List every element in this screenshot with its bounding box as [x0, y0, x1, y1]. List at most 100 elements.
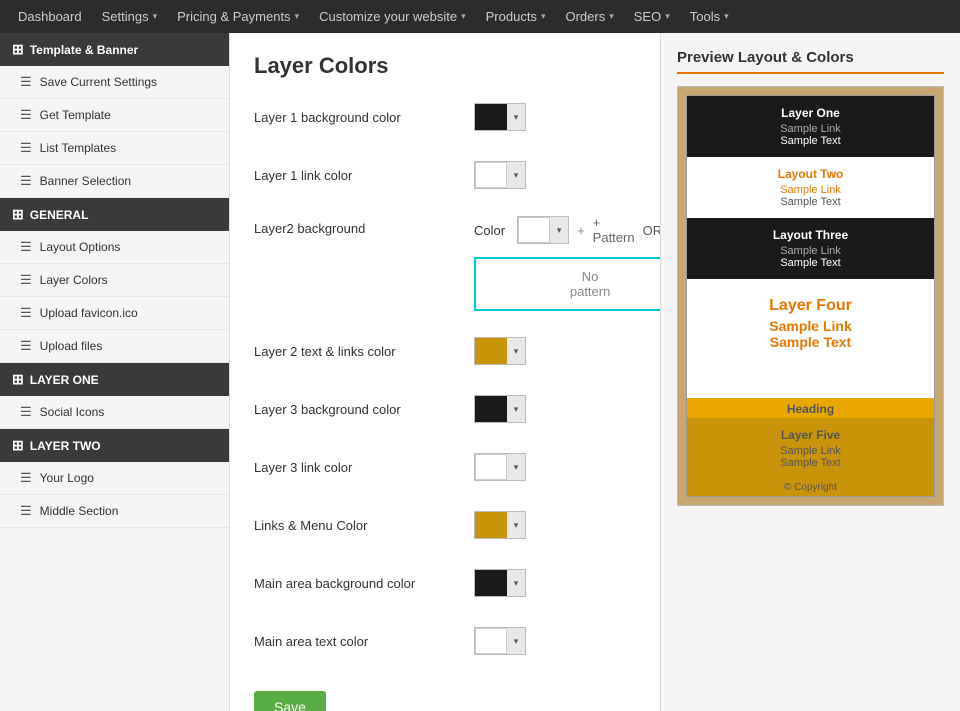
- preview-layer-four: Layer Four Sample Link Sample Text: [687, 279, 934, 368]
- chevron-down-icon: ▾: [153, 11, 158, 22]
- nav-settings[interactable]: Settings ▾: [92, 0, 168, 33]
- main-area-text-row: Main area text color ▾: [254, 623, 636, 659]
- preview-frame: Layer One Sample Link Sample Text Layout…: [677, 86, 944, 506]
- sidebar-item-social-icons[interactable]: ☰ Social Icons: [0, 396, 229, 429]
- top-nav: Dashboard Settings ▾ Pricing & Payments …: [0, 0, 960, 33]
- layer3-bg-swatch: [475, 396, 507, 422]
- layer2-color-label: Color: [474, 223, 505, 238]
- main-area-text-picker[interactable]: ▾: [474, 627, 526, 655]
- links-menu-row: Links & Menu Color ▾: [254, 507, 636, 543]
- chevron-down-icon: ▾: [461, 11, 466, 22]
- preview-layer-one: Layer One Sample Link Sample Text: [687, 96, 934, 157]
- links-menu-label: Links & Menu Color: [254, 518, 474, 533]
- no-pattern-box: No pattern: [474, 257, 660, 311]
- preview-layer-three: Layout Three Sample Link Sample Text: [687, 218, 934, 279]
- layer3-bg-row: Layer 3 background color ▾: [254, 391, 636, 427]
- sidebar-item-banner-selection[interactable]: ☰ Banner Selection: [0, 165, 229, 198]
- layer1-link-swatch: [475, 162, 507, 188]
- page-title: Layer Colors: [254, 53, 636, 79]
- layer2-text-links-picker[interactable]: ▾: [474, 337, 526, 365]
- sidebar-item-upload-favicon[interactable]: ☰ Upload favicon.ico: [0, 297, 229, 330]
- list-icon: ☰: [20, 239, 32, 255]
- or-text: OR: [643, 223, 660, 238]
- layer3-link-picker[interactable]: ▾: [474, 453, 526, 481]
- sidebar-item-your-logo[interactable]: ☰ Your Logo: [0, 462, 229, 495]
- list-icon: ☰: [20, 74, 32, 90]
- sidebar-item-list-templates[interactable]: ☰ List Templates: [0, 132, 229, 165]
- sidebar-item-upload-files[interactable]: ☰ Upload files: [0, 330, 229, 363]
- grid-icon: ⊞: [12, 437, 24, 454]
- layer1-link-row: Layer 1 link color ▾: [254, 157, 636, 193]
- sidebar-section-layer-one[interactable]: ⊞ LAYER ONE: [0, 363, 229, 396]
- chevron-down-icon: ▾: [295, 11, 300, 22]
- layer3-bg-label: Layer 3 background color: [254, 402, 474, 417]
- main-content: Layer Colors Layer 1 background color ▾ …: [230, 33, 660, 711]
- nav-customize[interactable]: Customize your website ▾: [309, 0, 476, 33]
- preview-panel: Preview Layout & Colors Layer One Sample…: [660, 33, 960, 711]
- list-icon: ☰: [20, 140, 32, 156]
- chevron-down-icon: ▾: [507, 338, 525, 364]
- chevron-down-icon: ▾: [724, 11, 729, 22]
- sidebar-item-middle-section[interactable]: ☰ Middle Section: [0, 495, 229, 528]
- nav-orders[interactable]: Orders ▾: [555, 0, 623, 33]
- chevron-down-icon: ▾: [609, 11, 614, 22]
- sidebar: ⊞ Template & Banner ☰ Save Current Setti…: [0, 33, 230, 711]
- sidebar-item-get-template[interactable]: ☰ Get Template: [0, 99, 229, 132]
- nav-pricing[interactable]: Pricing & Payments ▾: [167, 0, 309, 33]
- chevron-down-icon: ▾: [541, 11, 546, 22]
- layer1-link-picker[interactable]: ▾: [474, 161, 526, 189]
- layer2-bg-inline: Color ▾ + + Pattern OR Image: [474, 215, 660, 245]
- layer2-bg-row: Layer2 background Color ▾ + + Pattern OR…: [254, 215, 636, 311]
- list-icon: ☰: [20, 470, 32, 486]
- pattern-link[interactable]: + Pattern: [593, 215, 635, 245]
- layer1-bg-label: Layer 1 background color: [254, 110, 474, 125]
- sidebar-section-layer-two[interactable]: ⊞ LAYER TWO: [0, 429, 229, 462]
- layer2-bg-picker[interactable]: ▾: [517, 216, 569, 244]
- chevron-down-icon: ▾: [507, 570, 525, 596]
- main-area-text-label: Main area text color: [254, 634, 474, 649]
- preview-spacer: [687, 368, 934, 398]
- chevron-down-icon: ▾: [507, 512, 525, 538]
- list-icon: ☰: [20, 173, 32, 189]
- layer1-bg-row: Layer 1 background color ▾: [254, 99, 636, 135]
- list-icon: ☰: [20, 503, 32, 519]
- chevron-down-icon: ▾: [507, 162, 525, 188]
- nav-dashboard[interactable]: Dashboard: [8, 0, 92, 33]
- nav-products[interactable]: Products ▾: [476, 0, 556, 33]
- nav-seo[interactable]: SEO ▾: [624, 0, 680, 33]
- layer3-link-row: Layer 3 link color ▾: [254, 449, 636, 485]
- layer1-link-label: Layer 1 link color: [254, 168, 474, 183]
- list-icon: ☰: [20, 272, 32, 288]
- preview-layer-five-heading: Heading: [687, 398, 934, 418]
- chevron-down-icon: ▾: [507, 104, 525, 130]
- layer3-link-swatch: [475, 454, 507, 480]
- save-button[interactable]: Save: [254, 691, 326, 711]
- layer1-bg-swatch: [475, 104, 507, 130]
- list-icon: ☰: [20, 338, 32, 354]
- main-area-text-swatch: [475, 628, 507, 654]
- main-area-bg-picker[interactable]: ▾: [474, 569, 526, 597]
- grid-icon: ⊞: [12, 41, 24, 58]
- layer2-bg-controls: Color ▾ + + Pattern OR Image No pattern: [474, 215, 660, 311]
- grid-icon: ⊞: [12, 206, 24, 223]
- sidebar-item-layout-options[interactable]: ☰ Layout Options: [0, 231, 229, 264]
- layer2-text-links-swatch: [475, 338, 507, 364]
- sidebar-item-save-settings[interactable]: ☰ Save Current Settings: [0, 66, 229, 99]
- preview-inner: Layer One Sample Link Sample Text Layout…: [686, 95, 935, 497]
- preview-layer-two: Layout Two Sample Link Sample Text: [687, 157, 934, 218]
- chevron-down-icon: ▾: [550, 217, 568, 243]
- chevron-down-icon: ▾: [507, 628, 525, 654]
- nav-tools[interactable]: Tools ▾: [680, 0, 739, 33]
- layer2-bg-swatch: [518, 217, 550, 243]
- list-icon: ☰: [20, 404, 32, 420]
- grid-icon: ⊞: [12, 371, 24, 388]
- sidebar-section-general[interactable]: ⊞ GENERAL: [0, 198, 229, 231]
- links-menu-picker[interactable]: ▾: [474, 511, 526, 539]
- layer1-bg-picker[interactable]: ▾: [474, 103, 526, 131]
- preview-layer-five: Layer Five Sample Link Sample Text: [687, 418, 934, 479]
- sidebar-section-template-banner[interactable]: ⊞ Template & Banner: [0, 33, 229, 66]
- list-icon: ☰: [20, 305, 32, 321]
- links-menu-swatch: [475, 512, 507, 538]
- layer3-bg-picker[interactable]: ▾: [474, 395, 526, 423]
- sidebar-item-layer-colors[interactable]: ☰ Layer Colors: [0, 264, 229, 297]
